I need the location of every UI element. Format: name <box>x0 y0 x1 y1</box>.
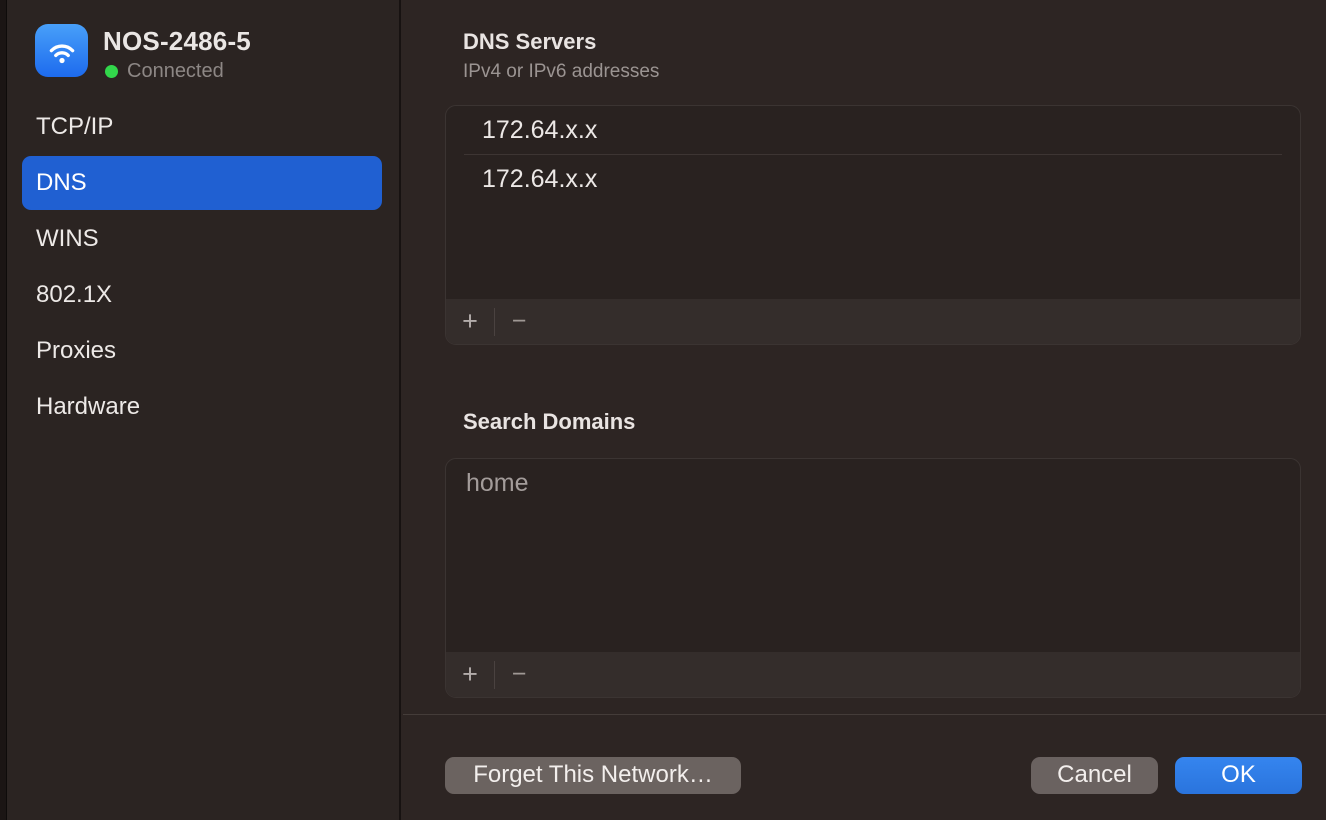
connection-status: Connected <box>105 60 224 83</box>
cancel-button[interactable]: Cancel <box>1031 757 1158 794</box>
dns-servers-list: 172.64.x.x 172.64.x.x + − <box>445 105 1301 345</box>
dns-server-row[interactable]: 172.64.x.x <box>446 106 1300 154</box>
dns-servers-title: DNS Servers <box>463 29 596 55</box>
add-dns-server-button[interactable]: + <box>446 299 494 344</box>
dns-pane: DNS Servers IPv4 or IPv6 addresses 172.6… <box>403 0 1326 820</box>
sidebar-item-hardware[interactable]: Hardware <box>22 380 382 434</box>
connected-dot-icon <box>105 65 118 78</box>
search-domains-list-toolbar: + − <box>446 652 1300 697</box>
connection-status-label: Connected <box>127 60 224 83</box>
search-domains-title: Search Domains <box>463 409 635 435</box>
dns-servers-subtitle: IPv4 or IPv6 addresses <box>463 61 659 83</box>
footer-divider <box>403 714 1326 715</box>
add-search-domain-button[interactable]: + <box>446 652 494 697</box>
sidebar-item-8021x[interactable]: 802.1X <box>22 268 382 322</box>
remove-search-domain-button[interactable]: − <box>495 652 543 697</box>
sidebar-item-wins[interactable]: WINS <box>22 212 382 266</box>
network-name: NOS-2486-5 <box>103 26 403 57</box>
forget-network-button[interactable]: Forget This Network… <box>445 757 741 794</box>
search-domain-row[interactable]: home <box>446 459 1300 507</box>
dns-servers-list-toolbar: + − <box>446 299 1300 344</box>
desktop-edge <box>0 0 7 820</box>
network-details-sheet: NOS-2486-5 Connected TCP/IP DNS WINS 802… <box>0 0 1326 820</box>
dns-server-row[interactable]: 172.64.x.x <box>446 155 1300 203</box>
sidebar: NOS-2486-5 Connected TCP/IP DNS WINS 802… <box>7 0 401 820</box>
search-domains-list: home + − <box>445 458 1301 698</box>
remove-dns-server-button[interactable]: − <box>495 299 543 344</box>
wifi-icon <box>35 24 88 77</box>
ok-button[interactable]: OK <box>1175 757 1302 794</box>
sidebar-item-dns[interactable]: DNS <box>22 156 382 210</box>
sidebar-menu: TCP/IP DNS WINS 802.1X Proxies Hardware <box>22 100 382 436</box>
sidebar-item-tcpip[interactable]: TCP/IP <box>22 100 382 154</box>
sidebar-item-proxies[interactable]: Proxies <box>22 324 382 378</box>
